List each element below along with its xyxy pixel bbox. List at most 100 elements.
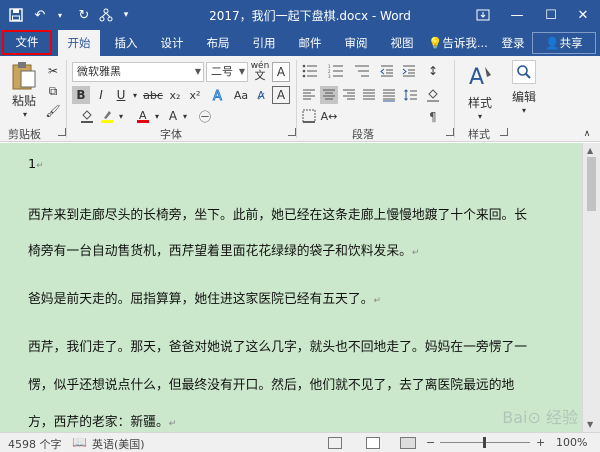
clear-formatting-icon[interactable]: A̷ bbox=[252, 86, 270, 104]
collapse-ribbon-icon[interactable]: ∧ bbox=[580, 128, 594, 140]
tab-file[interactable]: 文件 bbox=[2, 30, 52, 55]
chevron-down-icon[interactable]: ▾ bbox=[180, 108, 190, 124]
justify-icon[interactable] bbox=[360, 86, 378, 104]
magnifier-icon[interactable] bbox=[512, 60, 536, 84]
ribbon-display-icon[interactable] bbox=[466, 0, 500, 30]
align-right-icon[interactable] bbox=[340, 86, 358, 104]
tab-mailings[interactable]: 邮件 bbox=[290, 30, 330, 56]
chevron-down-icon[interactable]: ▾ bbox=[152, 108, 162, 124]
text-effects-icon[interactable]: A bbox=[208, 86, 228, 104]
tell-me-box[interactable]: 💡告诉我... bbox=[428, 30, 492, 56]
scroll-thumb[interactable] bbox=[587, 157, 596, 211]
subscript-icon[interactable]: x₂ bbox=[166, 86, 184, 104]
decrease-indent-icon[interactable] bbox=[378, 62, 396, 80]
sort-icon[interactable]: ↕ bbox=[424, 62, 442, 80]
chevron-down-icon[interactable]: ▾ bbox=[130, 86, 140, 104]
superscript-icon[interactable]: x² bbox=[186, 86, 204, 104]
chevron-down-icon[interactable]: ▾ bbox=[474, 110, 486, 122]
strikethrough-icon[interactable]: abc bbox=[143, 86, 163, 104]
cut-icon[interactable]: ✂ bbox=[44, 62, 62, 80]
italic-icon[interactable]: I bbox=[92, 86, 110, 104]
print-layout-icon[interactable] bbox=[366, 437, 380, 449]
change-case-icon[interactable]: Aa bbox=[232, 86, 250, 104]
scroll-up-icon[interactable]: ▲ bbox=[587, 146, 593, 155]
bullets-icon[interactable] bbox=[300, 62, 320, 80]
multilevel-list-icon[interactable] bbox=[352, 62, 372, 80]
tab-references[interactable]: 引用 bbox=[244, 30, 284, 56]
group-font-label: 字体 bbox=[160, 128, 182, 141]
chevron-down-icon[interactable]: ▾ bbox=[116, 108, 126, 124]
highlight-color-icon[interactable] bbox=[98, 108, 116, 124]
proofing-icon[interactable]: 📖 bbox=[72, 435, 87, 449]
align-center-icon[interactable] bbox=[320, 86, 338, 104]
zoom-level[interactable]: 100% bbox=[556, 436, 587, 449]
shading-icon[interactable] bbox=[424, 86, 442, 104]
touch-mode-icon[interactable] bbox=[96, 5, 116, 25]
chevron-down-icon[interactable]: ▾ bbox=[518, 104, 530, 116]
enclosed-character-icon[interactable]: A bbox=[272, 62, 290, 82]
format-painter-icon[interactable]: 🖌 bbox=[44, 102, 62, 120]
maximize-icon[interactable]: ☐ bbox=[534, 0, 568, 30]
chinese-layout-icon[interactable]: A↔ bbox=[320, 108, 338, 124]
distributed-icon[interactable] bbox=[380, 86, 398, 104]
group-paragraph-label: 段落 bbox=[352, 128, 374, 141]
paragraph-mark-icon: ↵ bbox=[168, 419, 177, 429]
copy-icon[interactable]: ⧉ bbox=[44, 82, 62, 100]
undo-dropdown-icon[interactable]: ▾ bbox=[50, 5, 70, 25]
tab-review[interactable]: 审阅 bbox=[336, 30, 376, 56]
undo-icon[interactable]: ↶ bbox=[30, 5, 50, 25]
increase-indent-icon[interactable] bbox=[400, 62, 418, 80]
align-left-icon[interactable] bbox=[300, 86, 318, 104]
zoom-in-icon[interactable]: + bbox=[536, 436, 545, 449]
doc-line: 椅旁有一台自动售货机，西芹望着里面花花绿绿的袋子和饮料发呆。↵ bbox=[28, 244, 420, 259]
tab-home[interactable]: 开始 bbox=[58, 30, 100, 56]
word-count[interactable]: 4598 个字 bbox=[8, 436, 62, 452]
divider bbox=[296, 60, 297, 138]
enclosed-circle-icon[interactable]: ㊀ bbox=[196, 108, 214, 124]
clipboard-launcher-icon[interactable] bbox=[58, 128, 66, 136]
tab-design[interactable]: 设计 bbox=[152, 30, 192, 56]
zoom-slider-thumb[interactable] bbox=[483, 437, 486, 448]
paste-dropdown-icon[interactable]: ▾ bbox=[18, 108, 32, 120]
zoom-out-icon[interactable]: − bbox=[426, 436, 435, 449]
numbering-icon[interactable]: 123 bbox=[326, 62, 346, 80]
sign-in-link[interactable]: 登录 bbox=[496, 30, 530, 56]
line-spacing-icon[interactable] bbox=[402, 86, 420, 104]
group-clipboard-label: 剪贴板 bbox=[8, 128, 41, 141]
styles-gallery-icon[interactable]: A bbox=[464, 60, 496, 92]
paste-icon[interactable] bbox=[8, 60, 40, 92]
document-area[interactable]: 1↵ 西芹来到走廊尽头的长椅旁，坐下。此前，她已经在这条走廊上慢慢地踱了十个来回… bbox=[0, 143, 582, 432]
read-mode-icon[interactable] bbox=[328, 437, 342, 449]
styles-button[interactable]: 样式 bbox=[462, 94, 498, 110]
borders-icon[interactable] bbox=[300, 108, 318, 124]
font-name-select[interactable]: 微软雅黑 ▼ bbox=[72, 62, 204, 82]
minimize-icon[interactable]: — bbox=[500, 0, 534, 30]
share-button[interactable]: 👤共享 bbox=[532, 32, 596, 54]
paragraph-mark-icon: ↵ bbox=[373, 296, 382, 306]
editing-button[interactable]: 编辑 bbox=[506, 88, 542, 104]
styles-launcher-icon[interactable] bbox=[500, 128, 508, 136]
web-layout-icon[interactable] bbox=[400, 437, 416, 449]
language-indicator[interactable]: 英语(美国) bbox=[92, 436, 145, 452]
phonetic-guide-icon[interactable]: wén 文 bbox=[250, 60, 270, 82]
tab-view[interactable]: 视图 bbox=[382, 30, 422, 56]
bold-icon[interactable]: B bbox=[72, 86, 90, 104]
close-icon[interactable]: ✕ bbox=[566, 0, 600, 30]
underline-icon[interactable]: U bbox=[112, 86, 130, 104]
tab-insert[interactable]: 插入 bbox=[106, 30, 146, 56]
scroll-down-icon[interactable]: ▼ bbox=[587, 420, 593, 429]
redo-icon[interactable]: ↻ bbox=[74, 5, 94, 25]
vertical-scrollbar[interactable]: ▲ ▼ bbox=[582, 143, 600, 432]
font-color-icon[interactable]: A bbox=[134, 108, 152, 124]
paragraph-launcher-icon[interactable] bbox=[446, 128, 454, 136]
paste-button[interactable]: 粘贴 bbox=[6, 92, 42, 108]
font-size-select[interactable]: 二号 ▼ bbox=[206, 62, 248, 82]
font-launcher-icon[interactable] bbox=[288, 128, 296, 136]
customize-toolbar-icon[interactable]: ▾ bbox=[116, 5, 136, 25]
paint-bucket-icon[interactable] bbox=[78, 108, 96, 124]
tab-layout[interactable]: 布局 bbox=[198, 30, 238, 56]
character-border-icon[interactable]: A bbox=[272, 86, 290, 104]
show-marks-icon[interactable]: ¶ bbox=[424, 108, 442, 124]
save-icon[interactable] bbox=[6, 5, 26, 25]
svg-text:A: A bbox=[469, 65, 484, 90]
